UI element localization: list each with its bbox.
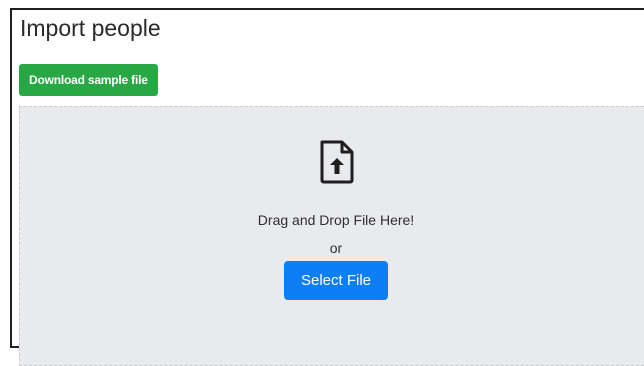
file-upload-icon [317, 140, 357, 184]
file-dropzone[interactable]: Drag and Drop File Here! or Select File [19, 106, 644, 366]
drop-instructions: Drag and Drop File Here! [257, 212, 415, 228]
download-sample-button[interactable]: Download sample file [19, 64, 158, 96]
or-separator: or [329, 240, 343, 256]
page-title: Import people [20, 15, 161, 41]
import-panel: Import people Download sample file Drag … [10, 8, 644, 366]
select-file-button[interactable]: Select File [284, 261, 388, 300]
